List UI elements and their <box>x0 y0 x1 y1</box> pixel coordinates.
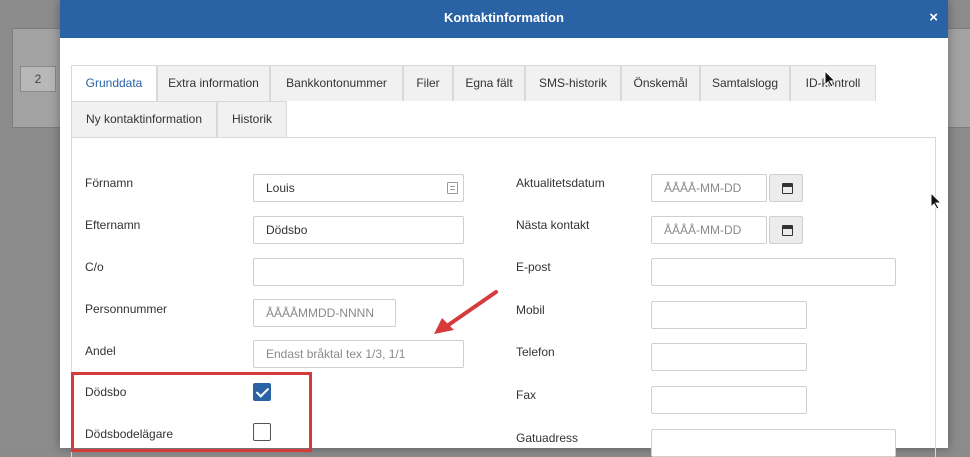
label-co: C/o <box>85 260 104 274</box>
tab-onskemal[interactable]: Önskemål <box>621 65 700 101</box>
aktualitetsdatum-field[interactable]: ÅÅÅÅ-MM-DD <box>651 174 767 202</box>
personnummer-field[interactable]: ÅÅÅÅMMDD-NNNN <box>253 299 396 327</box>
tab-ny-kontaktinformation[interactable]: Ny kontaktinformation <box>71 101 217 137</box>
background-right-panel <box>948 28 970 128</box>
label-efternamn: Efternamn <box>85 218 141 232</box>
tab-historik[interactable]: Historik <box>217 101 287 137</box>
label-telefon: Telefon <box>516 345 555 359</box>
label-personnummer: Personnummer <box>85 302 168 316</box>
mouse-cursor-icon <box>930 192 942 210</box>
nasta-kontakt-calendar-button[interactable] <box>769 216 803 244</box>
tab-filer[interactable]: Filer <box>403 65 453 101</box>
tab-bankkontonummer[interactable]: Bankkontonummer <box>270 65 403 101</box>
label-andel: Andel <box>85 344 116 358</box>
label-nasta-kontakt: Nästa kontakt <box>516 218 590 232</box>
close-icon[interactable]: × <box>929 9 938 26</box>
aktualitetsdatum-calendar-button[interactable] <box>769 174 803 202</box>
label-gatuadress: Gatuadress <box>516 431 579 445</box>
label-aktualitetsdatum: Aktualitetsdatum <box>516 176 605 190</box>
nasta-kontakt-field[interactable]: ÅÅÅÅ-MM-DD <box>651 216 767 244</box>
calendar-icon <box>782 183 793 194</box>
telefon-field[interactable] <box>651 343 807 371</box>
gatuadress-field[interactable] <box>651 429 896 457</box>
andel-field[interactable]: Endast bråktal tex 1/3, 1/1 <box>253 340 464 368</box>
contact-card-icon[interactable] <box>447 182 458 194</box>
fax-field[interactable] <box>651 386 807 414</box>
annotation-arrow-icon <box>434 290 498 334</box>
efternamn-field[interactable]: Dödsbo <box>253 216 464 244</box>
co-field[interactable] <box>253 258 464 286</box>
modal-header: Kontaktinformation × <box>60 0 948 38</box>
tab-egna-falt[interactable]: Egna fält <box>453 65 525 101</box>
annotation-highlight-box <box>71 372 312 452</box>
tab-sms-historik[interactable]: SMS-historik <box>525 65 621 101</box>
label-epost: E-post <box>516 260 551 274</box>
epost-field[interactable] <box>651 258 896 286</box>
background-row-number: 2 <box>20 66 56 92</box>
calendar-icon <box>782 225 793 236</box>
modal-title: Kontaktinformation <box>444 10 564 25</box>
label-fax: Fax <box>516 388 537 402</box>
label-fornamn: Förnamn <box>85 176 134 190</box>
fornamn-field[interactable]: Louis <box>253 174 464 202</box>
fornamn-value: Louis <box>266 181 295 195</box>
tab-grunddata[interactable]: Grunddata <box>71 65 157 102</box>
label-mobil: Mobil <box>516 303 545 317</box>
mouse-cursor-icon <box>824 70 836 88</box>
tab-samtalslogg[interactable]: Samtalslogg <box>700 65 790 101</box>
tab-extra-information[interactable]: Extra information <box>157 65 270 101</box>
mobil-field[interactable] <box>651 301 807 329</box>
